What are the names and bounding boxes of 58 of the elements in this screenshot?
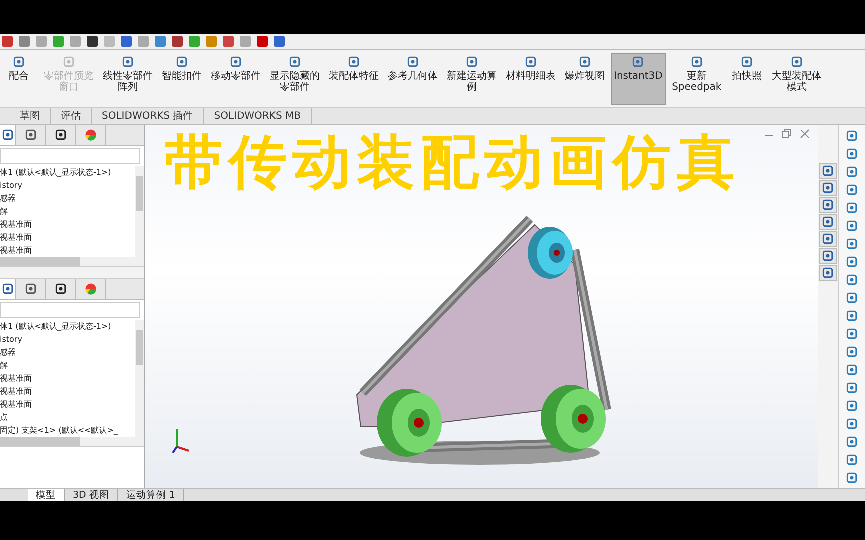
ribbon-button[interactable]: 装配体特征 (326, 53, 382, 105)
ribbon-button[interactable]: 线性零部件阵列 (100, 53, 156, 105)
tree-item[interactable]: 视基准面 (0, 372, 135, 385)
tree-item[interactable]: 解 (0, 359, 135, 372)
horizontal-scrollbar[interactable] (0, 257, 144, 266)
ribbon-button[interactable]: 参考几何体 (385, 53, 441, 105)
task-pane-button[interactable] (819, 265, 837, 281)
task-pane-button[interactable] (819, 248, 837, 264)
ribbon-button[interactable]: Instant3D (611, 53, 666, 105)
restore-icon[interactable] (782, 129, 792, 139)
task-pane-button[interactable] (819, 163, 837, 179)
task-pane-button[interactable] (819, 231, 837, 247)
ribbon-button[interactable]: 材料明细表 (503, 53, 559, 105)
tree-item[interactable]: 解 (0, 205, 135, 218)
tree-item[interactable]: 感器 (0, 346, 135, 359)
toolbar-icon[interactable] (87, 36, 98, 47)
toolbar-icon[interactable] (172, 36, 183, 47)
toolbar-icon[interactable] (223, 36, 234, 47)
feature-tree-tab[interactable] (0, 125, 16, 145)
scrollbar[interactable] (135, 320, 144, 437)
tree-item[interactable]: 感器 (0, 192, 135, 205)
color-wheel-icon (84, 128, 98, 142)
close-icon[interactable] (800, 129, 810, 139)
toolbar-icon[interactable] (257, 36, 268, 47)
toolbar-icon[interactable] (274, 36, 285, 47)
ribbon-button[interactable]: 更新Speedpak (668, 53, 725, 105)
ribbon-button[interactable]: 配合 (0, 53, 38, 105)
ribbon-button[interactable]: 拍快照 (728, 53, 766, 105)
tree-item[interactable]: 视基准面 (0, 231, 135, 244)
ribbon-button[interactable]: 爆炸视图 (562, 53, 608, 105)
tree-item[interactable]: 视基准面 (0, 244, 135, 257)
tree-item[interactable]: 视基准面 (0, 218, 135, 231)
task-pane-button[interactable] (819, 180, 837, 196)
tree-item[interactable]: 视基准面 (0, 385, 135, 398)
video-title: 带传动装配动画仿真 (165, 129, 741, 195)
task-pane-button[interactable] (819, 197, 837, 213)
tree-item[interactable]: 固定) 支架<1> (默认<<默认>_ (0, 424, 135, 437)
color-wheel-icon (84, 282, 98, 296)
filter-field[interactable] (0, 148, 140, 164)
bottom-tab[interactable]: 模型 (28, 489, 65, 501)
horizontal-scrollbar[interactable] (0, 437, 144, 446)
toolbar-icon[interactable] (121, 36, 132, 47)
ribbon-button[interactable]: 大型装配体模式 (768, 53, 825, 105)
scrollbar[interactable] (135, 166, 144, 257)
toolbar-icon[interactable] (2, 36, 13, 47)
ribbon-button[interactable]: 显示隐藏的零部件 (267, 53, 323, 105)
tree-item[interactable]: istory (0, 179, 135, 192)
tree-item[interactable]: istory (0, 333, 135, 346)
tree-item[interactable]: 点 (0, 411, 135, 424)
task-pane-button[interactable] (819, 214, 837, 230)
tree-item[interactable]: 体1 (默认<默认_显示状态-1>) (0, 166, 135, 179)
ribbon-button[interactable]: 移动零部件 (208, 53, 264, 105)
tree-item[interactable]: 体1 (默认<默认_显示状态-1>) (0, 320, 135, 333)
feature-tree-tab[interactable] (0, 279, 16, 299)
tree-item[interactable]: 视基准面 (0, 398, 135, 411)
ribbon-button[interactable]: 新建运动算例 (444, 53, 500, 105)
ribbon-button[interactable]: 智能扣件 (159, 53, 205, 105)
filter-field[interactable] (0, 302, 140, 318)
